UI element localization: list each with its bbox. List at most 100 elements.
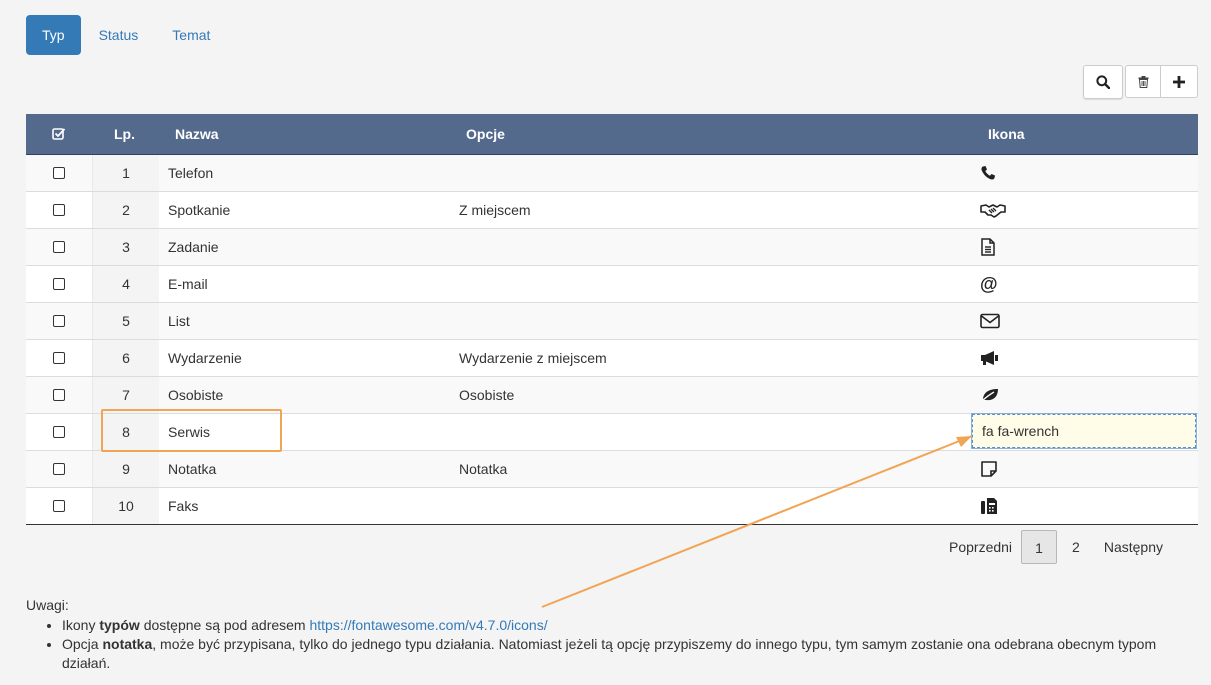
row-options[interactable] [459,155,859,191]
row-options[interactable]: Wydarzenie z miejscem [459,340,859,376]
row-icon-cell[interactable] [980,377,1020,413]
fax-icon [981,498,997,514]
row-checkbox[interactable] [53,500,65,512]
header-name[interactable]: Nazwa [175,114,219,154]
row-checkbox[interactable] [53,389,65,401]
table-row[interactable]: 2 Spotkanie Z miejscem [26,191,1198,228]
pagination-prev[interactable]: Poprzedni [940,530,1021,564]
row-lp: 9 [92,451,159,487]
icon-edit-input[interactable]: fa fa-wrench [971,413,1197,449]
row-checkbox-cell [26,303,92,339]
toolbar [1083,65,1198,99]
row-name[interactable]: Notatka [168,451,448,487]
row-name[interactable]: Wydarzenie [168,340,448,376]
table-row[interactable]: 5 List [26,302,1198,339]
row-icon-cell[interactable] [980,451,1020,487]
types-table: Lp. Nazwa Opcje Ikona 1 Telefon 2 Spotka… [26,114,1198,525]
table-row[interactable]: 6 Wydarzenie Wydarzenie z miejscem [26,339,1198,376]
table-row[interactable]: 4 E-mail @ [26,265,1198,302]
envelope-icon [980,313,1000,329]
row-icon-cell[interactable] [980,229,1020,265]
pagination-page-1[interactable]: 1 [1021,530,1058,564]
handshake-icon [980,204,1006,218]
row-checkbox[interactable] [53,204,65,216]
row-checkbox[interactable] [53,167,65,179]
row-checkbox[interactable] [53,426,65,438]
select-all-checkbox[interactable] [52,114,66,154]
row-name[interactable]: Serwis [168,414,448,450]
table-row[interactable]: 7 Osobiste Osobiste [26,376,1198,413]
row-options[interactable] [459,414,859,450]
leaf-icon [980,389,998,403]
row-name[interactable]: Spotkanie [168,192,448,228]
table-row[interactable]: 10 Faks [26,487,1198,524]
row-name[interactable]: Telefon [168,155,448,191]
row-lp: 3 [92,229,159,265]
row-checkbox-cell [26,192,92,228]
row-options[interactable] [459,229,859,265]
row-name[interactable]: Osobiste [168,377,448,413]
row-lp: 5 [92,303,159,339]
row-checkbox[interactable] [53,463,65,475]
row-options[interactable] [459,266,859,302]
row-icon-cell[interactable] [980,340,1020,376]
row-checkbox-cell [26,155,92,191]
table-row[interactable]: 3 Zadanie [26,228,1198,265]
row-checkbox-cell [26,451,92,487]
bullhorn-icon [981,351,998,365]
row-options[interactable]: Osobiste [459,377,859,413]
row-checkbox[interactable] [53,278,65,290]
row-options[interactable] [459,488,859,524]
row-lp: 1 [92,155,159,191]
plus-icon [1173,75,1185,88]
header-options[interactable]: Opcje [466,114,505,154]
search-button[interactable] [1083,65,1123,99]
row-checkbox[interactable] [53,352,65,364]
table-row[interactable]: 9 Notatka Notatka [26,450,1198,487]
table-row[interactable]: 1 Telefon [26,155,1198,191]
row-checkbox-cell [26,229,92,265]
sticky-note-icon [981,461,997,477]
note-bold: typów [99,617,140,633]
row-checkbox-cell [26,414,92,450]
row-name[interactable]: Faks [168,488,448,524]
row-options[interactable] [459,303,859,339]
tab-temat[interactable]: Temat [156,15,226,55]
row-checkbox[interactable] [53,241,65,253]
notes-section: Uwagi: Ikony typów dostępne są pod adres… [26,596,1196,673]
note-bold: notatka [102,636,153,652]
search-icon [1096,75,1110,89]
delete-button[interactable] [1125,65,1161,98]
row-checkbox-cell [26,266,92,302]
row-icon-cell[interactable] [980,488,1020,524]
table-row[interactable]: 8 Serwis fa fa-wrench [26,413,1198,450]
row-lp: 2 [92,192,159,228]
note-text: Opcja [62,636,103,652]
row-icon-cell[interactable] [980,192,1020,228]
row-checkbox-cell [26,377,92,413]
fontawesome-link[interactable]: https://fontawesome.com/v4.7.0/icons/ [309,617,547,633]
row-name[interactable]: Zadanie [168,229,448,265]
pagination-next[interactable]: Następny [1095,530,1172,564]
check-square-icon [52,127,66,140]
tab-status[interactable]: Status [83,15,155,55]
add-button[interactable] [1161,65,1198,98]
row-icon-cell[interactable] [980,155,1020,191]
row-name[interactable]: E-mail [168,266,448,302]
header-icon[interactable]: Ikona [988,114,1025,154]
row-icon-cell[interactable] [980,303,1020,339]
pagination-page-2[interactable]: 2 [1063,530,1089,564]
table-body: 1 Telefon 2 Spotkanie Z miejscem 3 Zadan… [26,155,1198,525]
row-checkbox[interactable] [53,315,65,327]
header-lp[interactable]: Lp. [114,114,135,154]
at-icon: @ [980,274,998,294]
row-options[interactable]: Z miejscem [459,192,859,228]
row-name[interactable]: List [168,303,448,339]
row-options[interactable]: Notatka [459,451,859,487]
note-item-1: Ikony typów dostępne są pod adresem http… [62,616,1196,635]
row-lp: 10 [92,488,159,524]
table-header: Lp. Nazwa Opcje Ikona [26,114,1198,155]
note-text: , może być przypisana, tylko do jednego … [62,636,1157,671]
tab-typ[interactable]: Typ [26,15,81,55]
row-icon-cell[interactable]: @ [980,266,1020,302]
